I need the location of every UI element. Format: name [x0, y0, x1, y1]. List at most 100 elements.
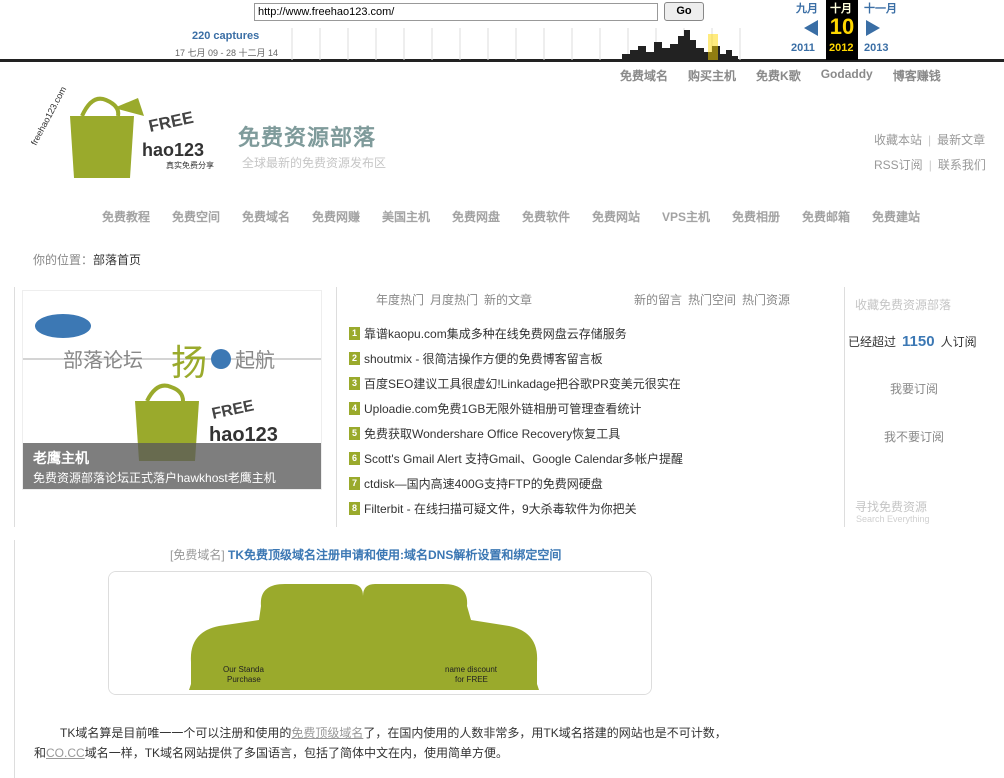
header-links-row2: RSS订阅 | 联系我们: [874, 156, 986, 173]
toplink-free-domain[interactable]: 免费域名: [620, 67, 668, 84]
site-title[interactable]: 免费资源部落: [238, 120, 376, 152]
nav-item-vps[interactable]: VPS主机: [662, 208, 732, 225]
breadcrumb-label: 你的位置：: [33, 253, 94, 267]
nav-item-domain[interactable]: 免费域名: [242, 208, 312, 225]
news-title[interactable]: 百度SEO建议工具很虚幻!Linkadage把谷歌PR变美元很实在: [364, 375, 681, 392]
wayback-prev-arrow-icon[interactable]: [804, 20, 818, 36]
count-suffix: 人订阅: [940, 335, 977, 349]
rss-link[interactable]: RSS订阅: [874, 158, 923, 172]
divider: [844, 287, 845, 527]
toplink-free-karaoke[interactable]: 免费K歌: [756, 67, 801, 84]
wayback-next-year[interactable]: 2013: [864, 42, 888, 54]
unsubscribe-button[interactable]: 我不要订阅: [884, 428, 944, 445]
nav-item-space[interactable]: 免费空间: [172, 208, 242, 225]
news-title[interactable]: 靠谱kaopu.com集成多种在线免费网盘云存储服务: [364, 325, 627, 342]
wayback-prev-month[interactable]: 九月: [796, 0, 818, 16]
subscribe-button[interactable]: 我要订阅: [890, 380, 938, 397]
list-item[interactable]: 4 Uploadie.com免费1GB无限外链相册可管理查看统计: [349, 396, 829, 421]
post-link-free-domain[interactable]: 免费顶级域名: [291, 726, 363, 740]
rank-badge: 3: [349, 377, 360, 390]
news-title[interactable]: Scott's Gmail Alert 支持Gmail、Google Calen…: [364, 450, 683, 467]
post-category[interactable]: [免费域名]: [170, 548, 225, 562]
tab-group-left: 年度热门 月度热门 新的文章: [376, 291, 532, 308]
wayback-prev-year[interactable]: 2011: [791, 42, 815, 54]
post-title-link[interactable]: TK免费顶级域名注册申请和使用:域名DNS解析设置和绑定空间: [228, 548, 561, 562]
rank-badge: 8: [349, 502, 360, 515]
list-item[interactable]: 7 ctdisk—国内高速400G支持FTP的免费网硬盘: [349, 471, 829, 496]
rank-badge: 1: [349, 327, 360, 340]
news-title[interactable]: shoutmix - 很简洁操作方便的免费博客留言板: [364, 350, 603, 367]
list-item[interactable]: 8 Filterbit - 在线扫描可疑文件，9大杀毒软件为你把关: [349, 496, 829, 521]
post-image-text2: name discount: [445, 665, 498, 674]
tab-yearly-hot[interactable]: 年度热门: [376, 291, 424, 308]
tab-hot-resources[interactable]: 热门资源: [742, 291, 790, 308]
toplink-blog-earn[interactable]: 博客赚钱: [893, 67, 941, 84]
post-image-text4: for FREE: [455, 675, 488, 684]
nav-item-build-site[interactable]: 免费建站: [872, 208, 942, 225]
wayback-go-button[interactable]: Go: [664, 2, 704, 21]
wayback-next-month[interactable]: 十一月: [864, 0, 897, 16]
toplink-buy-host[interactable]: 购买主机: [688, 67, 736, 84]
slide-caption-text[interactable]: 免费资源部落论坛正式落户hawkhost老鹰主机: [33, 469, 276, 486]
slide-caption-title[interactable]: 老鹰主机: [33, 448, 89, 468]
count-value: 1150: [902, 333, 935, 350]
rank-badge: 7: [349, 477, 360, 490]
wayback-capture-range: 17 七月 09 - 28 十二月 14: [175, 48, 279, 58]
site-logo[interactable]: freehao123.com FREE hao123 真实免费分享: [22, 86, 232, 186]
nav-item-tutorial[interactable]: 免费教程: [102, 208, 172, 225]
list-item[interactable]: 3 百度SEO建议工具很虚幻!Linkadage把谷歌PR变美元很实在: [349, 371, 829, 396]
logo-hao-text: hao123: [142, 140, 204, 160]
nav-item-email[interactable]: 免费邮箱: [802, 208, 872, 225]
top-links: 免费域名 购买主机 免费K歌 Godaddy 博客赚钱: [620, 67, 941, 84]
list-item[interactable]: 1 靠谱kaopu.com集成多种在线免费网盘云存储服务: [349, 321, 829, 346]
nav-item-album[interactable]: 免费相册: [732, 208, 802, 225]
post-link-coco[interactable]: CO.CC: [46, 746, 85, 760]
rank-badge: 4: [349, 402, 360, 415]
tab-monthly-hot[interactable]: 月度热门: [430, 291, 478, 308]
contact-link[interactable]: 联系我们: [938, 158, 986, 172]
nav-item-netdisk[interactable]: 免费网盘: [452, 208, 522, 225]
news-title[interactable]: ctdisk—国内高速400G支持FTP的免费网硬盘: [364, 475, 603, 492]
divider: |: [928, 158, 932, 172]
post-image-graphic: Our Standa name discount Purchase for FR…: [109, 572, 651, 694]
wayback-url-input[interactable]: [254, 3, 658, 21]
subscribe-title: 收藏免费资源部落: [855, 298, 952, 312]
news-title[interactable]: Uploadie.com免费1GB无限外链相册可管理查看统计: [364, 400, 641, 417]
list-item[interactable]: 2 shoutmix - 很简洁操作方便的免费博客留言板: [349, 346, 829, 371]
featured-slide[interactable]: 部落论坛 扬 起航 hao123 FREE 老鹰主机 免费资源部落论坛正式落户h…: [22, 290, 322, 490]
nav-item-website[interactable]: 免费网站: [592, 208, 662, 225]
post-image-text3: Purchase: [227, 675, 261, 684]
wayback-captures-link[interactable]: 220 captures: [192, 30, 259, 42]
main-nav: 免费教程 免费空间 免费域名 免费网赚 美国主机 免费网盘 免费软件 免费网站 …: [102, 208, 942, 225]
count-prefix: 已经超过: [848, 335, 897, 349]
news-title[interactable]: Filterbit - 在线扫描可疑文件，9大杀毒软件为你把关: [364, 500, 637, 517]
toplink-godaddy[interactable]: Godaddy: [821, 67, 873, 84]
divider: [336, 287, 337, 527]
post-image[interactable]: Our Standa name discount Purchase for FR…: [108, 571, 652, 695]
bookmark-link[interactable]: 收藏本站: [874, 133, 922, 147]
tab-group-right: 新的留言 热门空间 热门资源: [634, 291, 790, 308]
rank-badge: 5: [349, 427, 360, 440]
rank-badge: 6: [349, 452, 360, 465]
post-paragraph-1: TK域名算是目前唯一一个可以注册和使用的免费顶级域名了，在国内使用的人数非常多，…: [60, 724, 727, 741]
header-links-row1: 收藏本站 | 最新文章: [874, 131, 985, 148]
news-title[interactable]: 免费获取Wondershare Office Recovery恢复工具: [364, 425, 620, 442]
wayback-current-year: 2012: [829, 42, 854, 54]
nav-item-us-host[interactable]: 美国主机: [382, 208, 452, 225]
tab-new-comments[interactable]: 新的留言: [634, 291, 682, 308]
nav-item-earn[interactable]: 免费网赚: [312, 208, 382, 225]
slide-caption: 老鹰主机 免费资源部落论坛正式落户hawkhost老鹰主机: [23, 443, 321, 489]
tab-new-posts[interactable]: 新的文章: [484, 291, 532, 308]
news-list: 1 靠谱kaopu.com集成多种在线免费网盘云存储服务 2 shoutmix - …: [349, 321, 829, 521]
latest-posts-link[interactable]: 最新文章: [937, 133, 985, 147]
list-item[interactable]: 5 免费获取Wondershare Office Recovery恢复工具: [349, 421, 829, 446]
tab-hot-space[interactable]: 热门空间: [688, 291, 736, 308]
breadcrumb-home[interactable]: 部落首页: [93, 253, 141, 267]
nav-item-software[interactable]: 免费软件: [522, 208, 592, 225]
post-text: 了，在国内使用的人数非常多，用TK域名搭建的网站也是不可计数，: [363, 726, 727, 740]
wayback-sparkline[interactable]: [282, 28, 766, 60]
wayback-next-arrow-icon[interactable]: [866, 20, 880, 36]
subscriber-count: 已经超过 1150 人订阅: [848, 333, 977, 350]
list-item[interactable]: 6 Scott's Gmail Alert 支持Gmail、Google Cale…: [349, 446, 829, 471]
search-title: 寻找免费资源: [855, 500, 928, 514]
